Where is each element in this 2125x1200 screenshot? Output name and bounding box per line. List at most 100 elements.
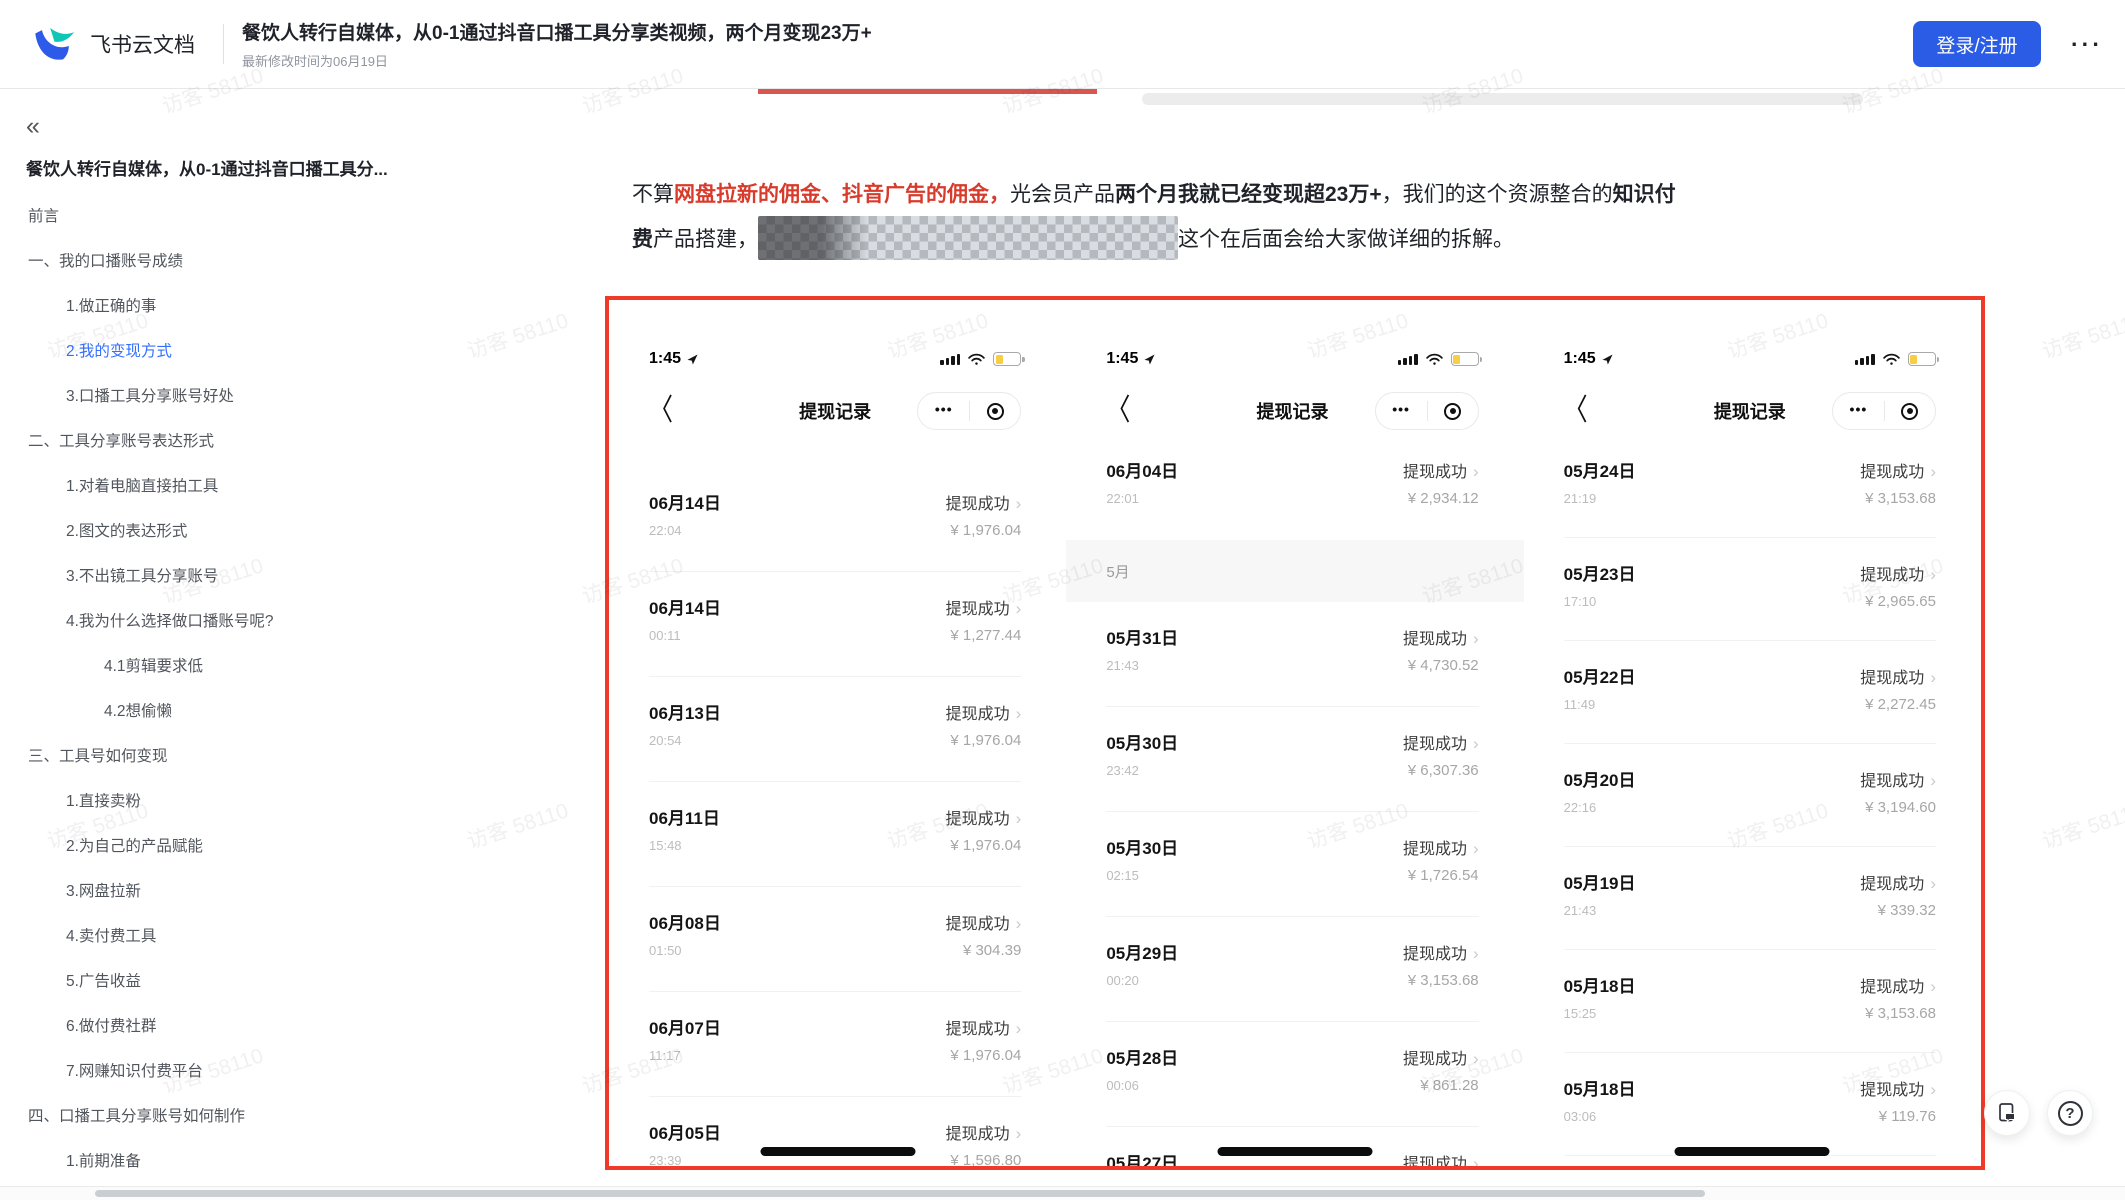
- withdraw-record-row: 05月22日11:49提现成功›¥ 2,272.45: [1564, 641, 1936, 744]
- horizontal-scrollbar-track: [0, 1186, 2125, 1200]
- toc-item[interactable]: 四、口播工具分享账号如何制作: [0, 1092, 600, 1137]
- record-time: 22:16: [1564, 800, 1636, 815]
- withdraw-record-row: 05月18日15:25提现成功›¥ 3,153.68: [1564, 950, 1936, 1053]
- record-date: 05月30日: [1106, 729, 1178, 754]
- feishu-logo-icon: [30, 21, 76, 67]
- phone-nav-bar: 〈 提现记录 •••: [1106, 387, 1478, 435]
- home-indicator: [760, 1147, 915, 1156]
- record-date: 05月19日: [1564, 869, 1636, 894]
- record-time: 00:06: [1106, 1078, 1178, 1093]
- record-amount: ¥ 2,934.12: [1403, 490, 1479, 507]
- withdraw-record-row: 05月28日00:06提现成功›¥ 861.28: [1106, 1022, 1478, 1127]
- toc-item[interactable]: 3.口播工具分享账号好处: [0, 372, 600, 417]
- toc-item[interactable]: 4.2想偷懒: [0, 687, 600, 732]
- record-status: 提现成功›: [1860, 664, 1936, 688]
- signal-icon: [940, 354, 960, 365]
- record-amount: ¥ 1,726.54: [1403, 867, 1479, 884]
- battery-icon: [993, 352, 1021, 366]
- horizontal-scrollbar-thumb[interactable]: [95, 1190, 1705, 1197]
- toc-item[interactable]: 1.直接卖粉: [0, 777, 600, 822]
- wifi-icon: [1882, 352, 1901, 366]
- toc-item[interactable]: 三、工具号如何变现: [0, 732, 600, 777]
- toc-item[interactable]: 二、工具分享账号表达形式: [0, 417, 600, 462]
- toc-item[interactable]: 一、我的口播账号成绩: [0, 237, 600, 282]
- more-menu-icon[interactable]: ···: [2071, 31, 2103, 58]
- record-amount: ¥ 3,153.68: [1860, 490, 1936, 507]
- toc-item[interactable]: 1.对着电脑直接拍工具: [0, 462, 600, 507]
- record-time: 02:15: [1106, 868, 1178, 883]
- toc-item[interactable]: 2.我的变现方式: [0, 327, 600, 372]
- record-time: 23:39: [649, 1153, 721, 1166]
- toc-item[interactable]: 2.图文的表达形式: [0, 507, 600, 552]
- record-time: 11:49: [1564, 697, 1636, 712]
- toc-item[interactable]: 4.我为什么选择做口播账号呢?: [0, 597, 600, 642]
- toc-item[interactable]: 4.1剪辑要求低: [0, 642, 600, 687]
- phone-screenshot: 1:45 〈 提现记录 ••• 05月24日2: [1524, 300, 1981, 1166]
- toc-item[interactable]: 3.不出镜工具分享账号: [0, 552, 600, 597]
- toc-item[interactable]: 3.网盘拉新: [0, 867, 600, 912]
- record-amount: ¥ 3,194.60: [1860, 799, 1936, 816]
- record-status: 提现成功›: [1403, 730, 1479, 754]
- help-button[interactable]: ?: [2047, 1090, 2093, 1136]
- record-date: 05月22日: [1564, 663, 1636, 688]
- phone-nav-bar: 〈 提现记录 •••: [1564, 387, 1936, 435]
- record-status: 提现成功›: [1403, 458, 1479, 482]
- toc-item[interactable]: 2.为自己的产品赋能: [0, 822, 600, 867]
- chevron-right-icon: ›: [1016, 704, 1022, 723]
- record-status: 提现成功›: [1403, 625, 1479, 649]
- record-date: 06月11日: [649, 804, 720, 829]
- chevron-right-icon: ›: [1473, 944, 1479, 963]
- wifi-icon: [1425, 352, 1444, 366]
- month-section-header: 5月: [1066, 540, 1523, 602]
- withdraw-record-row: 06月04日22:01提现成功›¥ 2,934.12: [1106, 435, 1478, 540]
- feedback-button[interactable]: [1984, 1090, 2030, 1136]
- scrolled-image-edge-gray: [1142, 93, 1863, 105]
- record-date: 06月13日: [649, 699, 721, 724]
- outline-doc-title[interactable]: 餐饮人转行自媒体，从0-1通过抖音口播工具分...: [26, 155, 506, 180]
- chevron-right-icon: ›: [1930, 668, 1936, 687]
- chevron-right-icon: ›: [1016, 914, 1022, 933]
- paragraph-line-2: 费产品搭建，这个在后面会给大家做详细的拆解。: [632, 216, 1676, 261]
- record-amount: ¥ 4,730.52: [1403, 657, 1479, 674]
- toc-item[interactable]: 1.前期准备: [0, 1137, 600, 1182]
- header-divider: [223, 24, 224, 64]
- doc-title-block: 餐饮人转行自媒体，从0-1通过抖音口播工具分享类视频，两个月变现23万+ 最新修…: [242, 18, 872, 70]
- collapse-sidebar-icon[interactable]: «: [26, 112, 56, 141]
- nav-title: 提现记录: [799, 398, 871, 424]
- withdraw-record-row: 05月18日03:06提现成功›¥ 119.76: [1564, 1053, 1936, 1156]
- chevron-right-icon: ›: [1016, 494, 1022, 513]
- record-status: 提现成功›: [946, 910, 1022, 934]
- brand-name: 飞书云文档: [90, 29, 195, 59]
- toc-item[interactable]: 7.网赚知识付费平台: [0, 1047, 600, 1092]
- record-status: 提现成功›: [1860, 561, 1936, 585]
- nav-title: 提现记录: [1714, 398, 1786, 424]
- chevron-right-icon: ›: [1930, 977, 1936, 996]
- login-register-button[interactable]: 登录/注册: [1913, 21, 2041, 67]
- toc-item[interactable]: 前言: [0, 192, 600, 237]
- doc-modified-time: 最新修改时间为06月19日: [242, 51, 872, 70]
- bold-text: 费: [632, 228, 653, 251]
- withdraw-record-row: 06月13日20:54提现成功›¥ 1,976.04: [649, 677, 1021, 782]
- floating-buttons: ?: [1984, 1090, 2093, 1136]
- back-icon: 〈: [1564, 396, 1588, 426]
- withdraw-records-image[interactable]: 1:45 〈 提现记录 ••• 06月14日2: [605, 296, 1985, 1170]
- location-arrow-icon: [1143, 353, 1156, 366]
- record-date: 06月07日: [649, 1014, 721, 1039]
- status-time: 1:45: [649, 350, 681, 368]
- withdraw-record-row: 06月14日00:11提现成功›¥ 1,277.44: [649, 572, 1021, 677]
- doc-title: 餐饮人转行自媒体，从0-1通过抖音口播工具分享类视频，两个月变现23万+: [242, 18, 872, 45]
- record-date: 05月23日: [1564, 560, 1636, 585]
- chevron-right-icon: ›: [1016, 809, 1022, 828]
- record-status: 提现成功›: [1860, 767, 1936, 791]
- chevron-right-icon: ›: [1930, 874, 1936, 893]
- record-date: 05月29日: [1106, 939, 1178, 964]
- record-time: 11:17: [649, 1048, 721, 1063]
- toc-item[interactable]: 4.卖付费工具: [0, 912, 600, 957]
- doc-paragraph: 不算网盘拉新的佣金、抖音广告的佣金，光会员产品两个月我就已经变现超23万+，我们…: [632, 174, 1676, 261]
- toc-item[interactable]: 6.做付费社群: [0, 1002, 600, 1047]
- chevron-right-icon: ›: [1473, 734, 1479, 753]
- record-date: 05月27日: [1106, 1149, 1178, 1166]
- signal-icon: [1855, 354, 1875, 365]
- toc-item[interactable]: 1.做正确的事: [0, 282, 600, 327]
- toc-item[interactable]: 5.广告收益: [0, 957, 600, 1002]
